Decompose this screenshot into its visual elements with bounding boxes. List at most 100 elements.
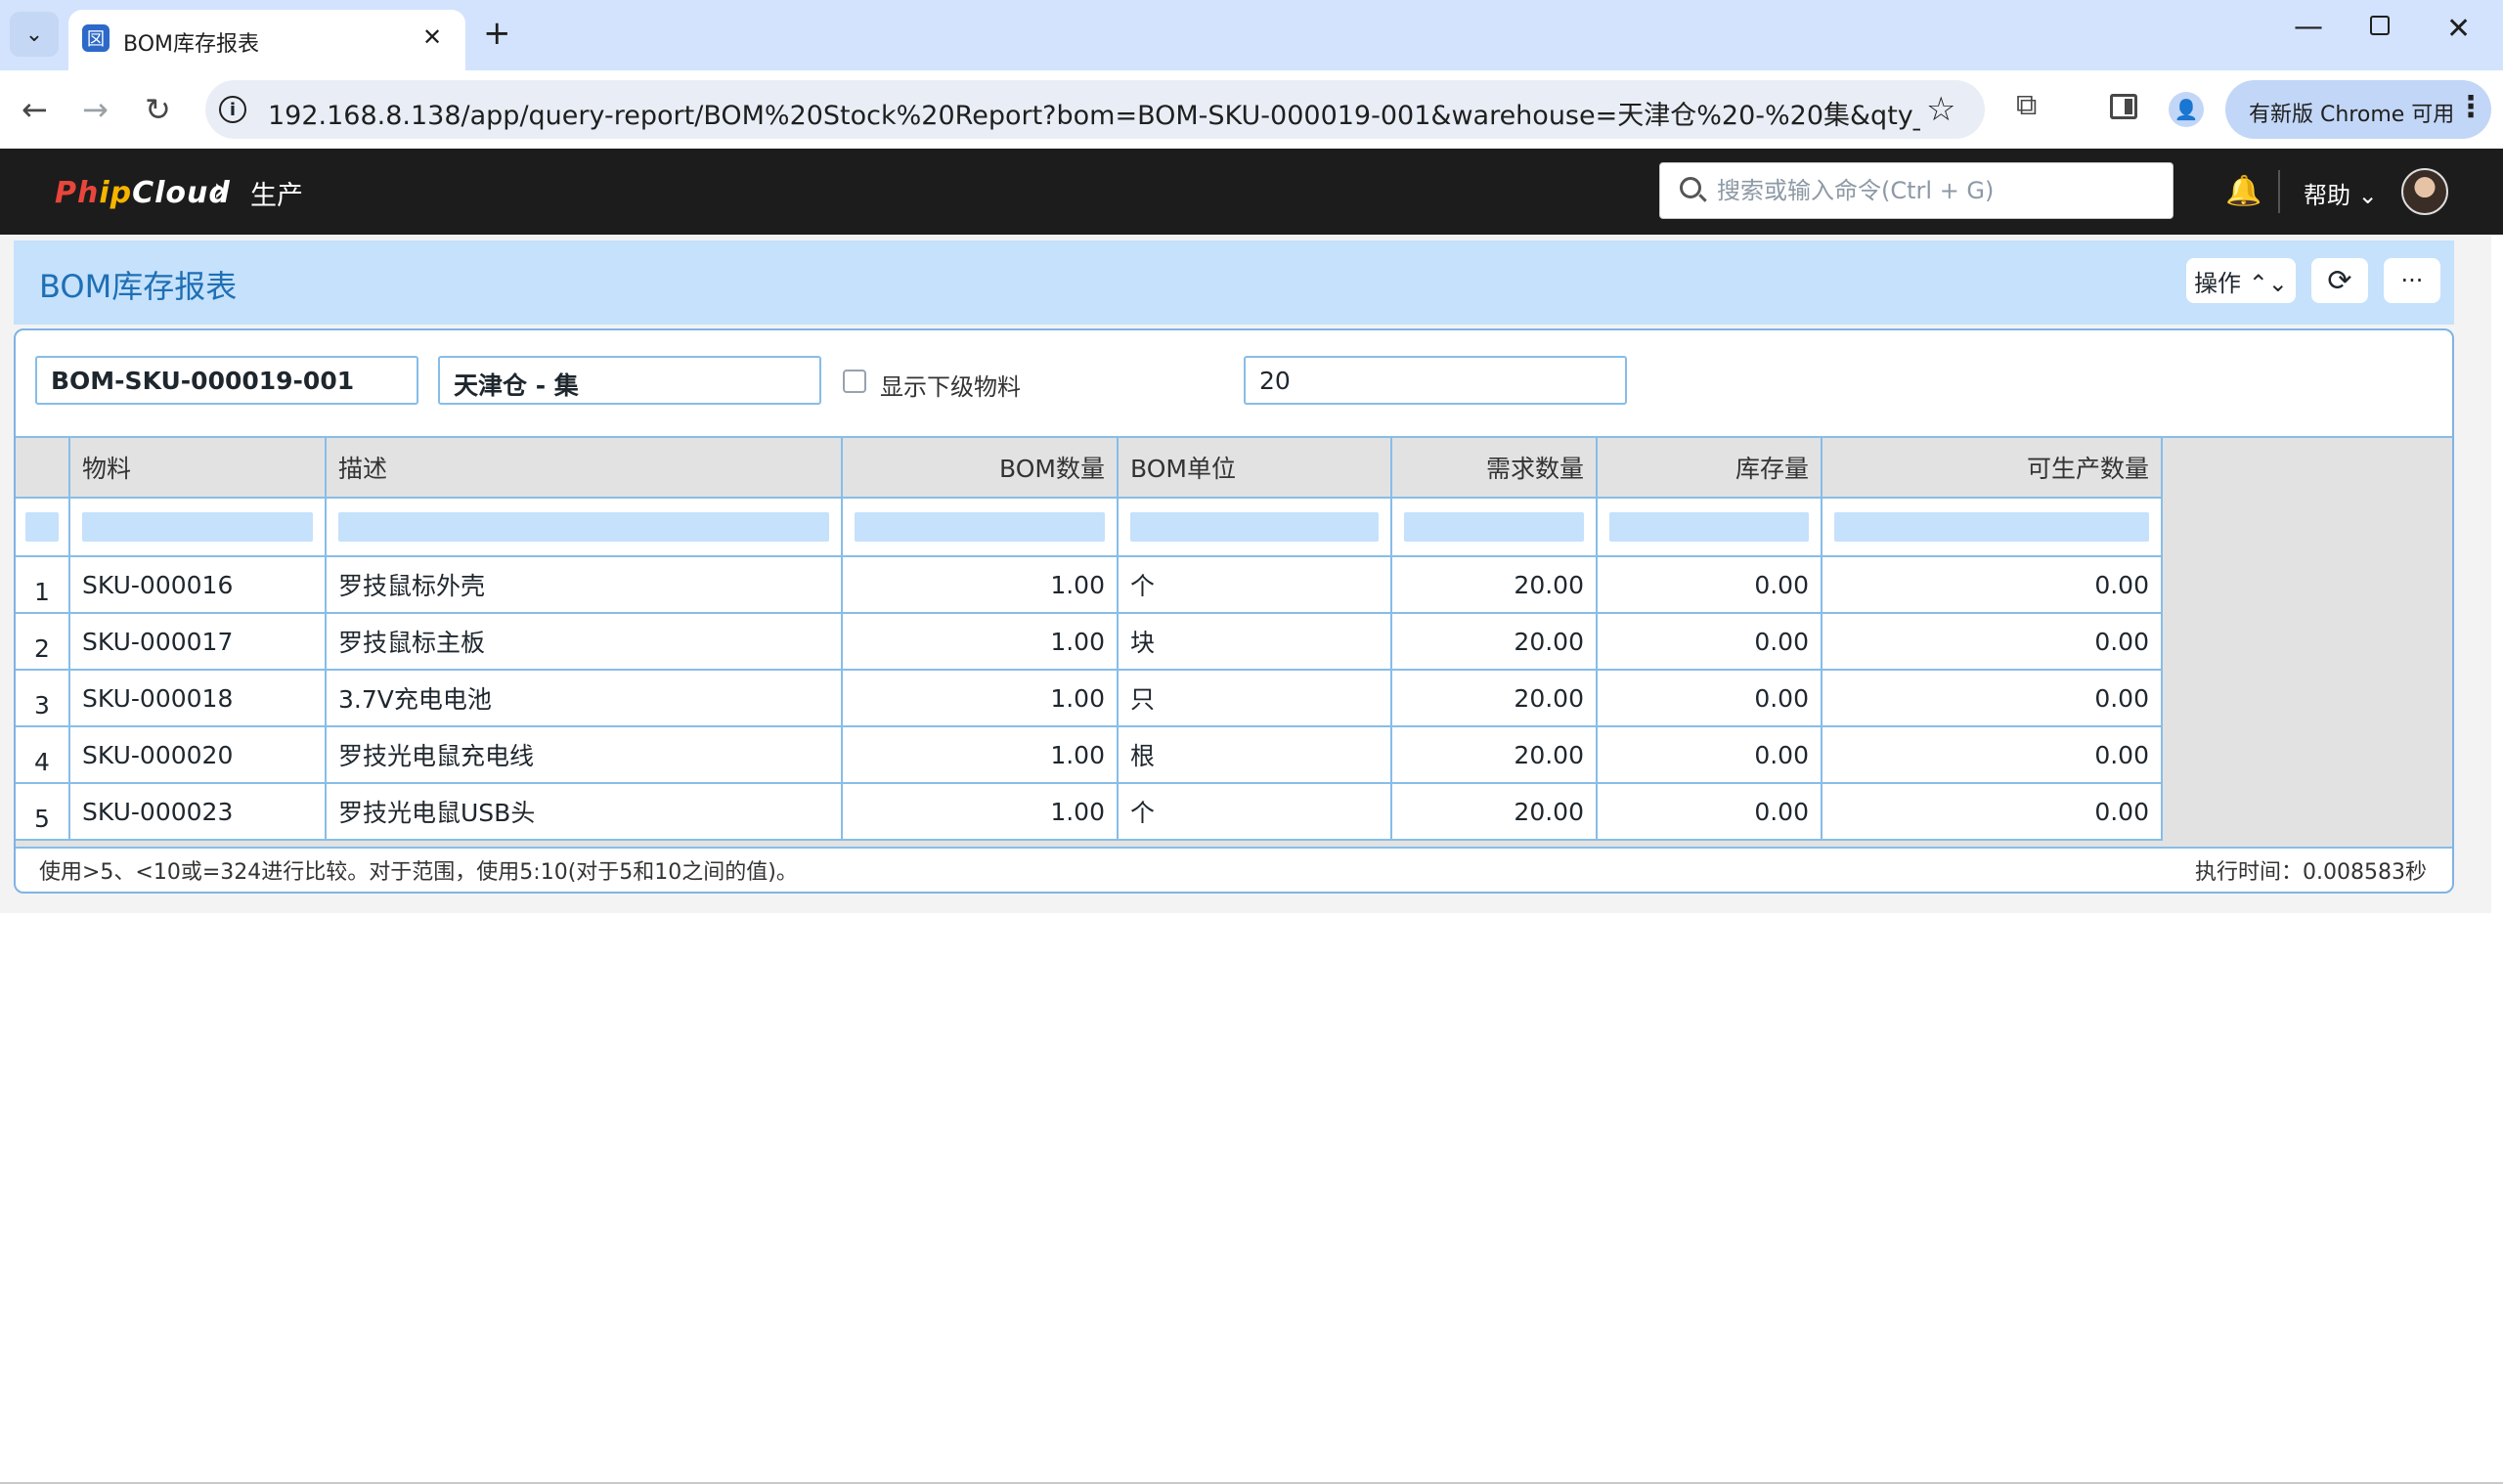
table-cell-item[interactable]: SKU-000016 (70, 557, 327, 614)
column-filter-input[interactable] (82, 512, 313, 542)
column-filter-input[interactable] (1404, 512, 1584, 542)
column-filter-stock-qty (1598, 499, 1822, 557)
table-cell-description: 罗技光电鼠USB头 (327, 784, 843, 841)
row-number: 4 (16, 727, 70, 784)
filter-hint-text: 使用>5、<10或=324进行比较。对于范围，使用5:10(对于5和10之间的值… (39, 860, 798, 885)
notification-bell-icon[interactable]: 🔔 (2225, 174, 2261, 208)
browser-toolbar: ← → ↻ i 192.168.8.138/app/query-report/B… (0, 70, 2503, 149)
column-header-item[interactable]: 物料 (70, 438, 327, 499)
table-cell-required-qty: 20.00 (1392, 557, 1598, 614)
search-icon (1680, 177, 1701, 198)
row-number: 1 (16, 557, 70, 614)
table-cell-producible-qty: 0.00 (1822, 614, 2163, 671)
column-filter-bom-qty (843, 499, 1119, 557)
window-restore-button[interactable] (2370, 16, 2390, 35)
row-number: 5 (16, 784, 70, 841)
show-sub-items-checkbox[interactable] (843, 370, 866, 393)
refresh-icon[interactable]: ⟳ (2311, 258, 2368, 303)
table-cell-producible-qty: 0.00 (1822, 784, 2163, 841)
table-cell-item[interactable]: SKU-000017 (70, 614, 327, 671)
awesome-bar[interactable] (1659, 162, 2174, 219)
brand-part-2: ip (99, 176, 133, 210)
browser-tab-active[interactable]: 㘝 BOM库存报表 ✕ (68, 10, 465, 70)
update-chip-label: 有新版 Chrome 可用 (2249, 103, 2455, 127)
user-avatar[interactable] (2401, 168, 2448, 215)
table-cell-required-qty: 20.00 (1392, 671, 1598, 727)
page-title: BOM库存报表 (39, 268, 238, 305)
column-filter-required-qty (1392, 499, 1598, 557)
app-navbar: PhipCloud › 生产 🔔 帮助 ⌄ (0, 149, 2503, 235)
more-options-icon[interactable]: ··· (2384, 258, 2440, 303)
forward-button[interactable]: → (82, 90, 109, 129)
page-head: BOM库存报表 操作 ⌃⌄ ⟳ ··· (14, 240, 2454, 325)
bookmark-star-icon[interactable]: ☆ (1926, 90, 1955, 129)
filter-row-rownum (16, 499, 70, 557)
help-dropdown[interactable]: 帮助 ⌄ (2304, 176, 2378, 210)
table-cell-bom-uom: 只 (1119, 671, 1392, 727)
navbar-divider (2278, 170, 2280, 213)
table-cell-stock-qty: 0.00 (1598, 614, 1822, 671)
table-cell-stock-qty: 0.00 (1598, 727, 1822, 784)
table-cell-producible-qty: 0.00 (1822, 727, 2163, 784)
window-minimize-button[interactable]: — (2294, 10, 2323, 44)
column-filter-item (70, 499, 327, 557)
report-datatable: 物料 描述 BOM数量 BOM单位 需求数量 库存量 可生产数量 1 SKU-000016 罗技鼠… (16, 438, 2452, 847)
profile-icon[interactable]: 👤 (2169, 92, 2204, 127)
new-tab-button[interactable]: + (483, 12, 511, 55)
column-header-bom-uom[interactable]: BOM单位 (1119, 438, 1392, 499)
footer-divider (16, 847, 2452, 849)
table-cell-stock-qty: 0.00 (1598, 784, 1822, 841)
tab-search-dropdown-icon[interactable]: ⌄ (10, 12, 59, 57)
table-cell-item[interactable]: SKU-000018 (70, 671, 327, 727)
table-cell-required-qty: 20.00 (1392, 784, 1598, 841)
table-cell-stock-qty: 0.00 (1598, 671, 1822, 727)
table-cell-bom-uom: 个 (1119, 784, 1392, 841)
tab-title: BOM库存报表 (123, 32, 260, 57)
address-bar[interactable]: i 192.168.8.138/app/query-report/BOM%20S… (205, 80, 1985, 139)
window-close-button[interactable]: ✕ (2446, 12, 2471, 46)
tab-close-icon[interactable]: ✕ (422, 23, 442, 51)
tab-favicon-icon: 㘝 (82, 24, 110, 52)
reload-button[interactable]: ↻ (145, 90, 171, 129)
side-panel-icon[interactable] (2110, 94, 2137, 119)
back-button[interactable]: ← (22, 90, 48, 129)
column-header-required-qty[interactable]: 需求数量 (1392, 438, 1598, 499)
column-filter-input[interactable] (338, 512, 829, 542)
header-rownum-cell (16, 438, 70, 499)
table-cell-bom-uom: 块 (1119, 614, 1392, 671)
url-text[interactable]: 192.168.8.138/app/query-report/BOM%20Sto… (268, 94, 1920, 132)
breadcrumb-module-link[interactable]: 生产 (250, 174, 303, 212)
chrome-menu-icon[interactable]: ⋮ (2456, 90, 2485, 124)
brand-logo[interactable]: PhipCloud (55, 176, 231, 210)
table-cell-item[interactable]: SKU-000020 (70, 727, 327, 784)
show-sub-items-label: 显示下级物料 (880, 373, 1021, 401)
column-header-description[interactable]: 描述 (327, 438, 843, 499)
table-cell-item[interactable]: SKU-000023 (70, 784, 327, 841)
column-filter-input[interactable] (1834, 512, 2149, 542)
search-input[interactable] (1717, 173, 2157, 208)
table-cell-bom-qty: 1.00 (843, 614, 1119, 671)
table-cell-stock-qty: 0.00 (1598, 557, 1822, 614)
site-info-icon[interactable]: i (219, 96, 246, 123)
column-filter-input[interactable] (855, 512, 1105, 542)
qty-to-produce-input[interactable]: 20 (1244, 356, 1627, 405)
extensions-icon[interactable]: ⧉ (2016, 88, 2037, 122)
table-cell-required-qty: 20.00 (1392, 727, 1598, 784)
column-filter-description (327, 499, 843, 557)
table-cell-producible-qty: 0.00 (1822, 557, 2163, 614)
table-cell-description: 罗技鼠标外壳 (327, 557, 843, 614)
column-header-stock-qty[interactable]: 库存量 (1598, 438, 1822, 499)
warehouse-filter-input[interactable]: 天津仓 - 集 (438, 356, 821, 405)
column-filter-input[interactable] (1130, 512, 1379, 542)
browser-tab-strip: ⌄ 㘝 BOM库存报表 ✕ + — ✕ (0, 0, 2503, 70)
table-cell-required-qty: 20.00 (1392, 614, 1598, 671)
column-header-bom-qty[interactable]: BOM数量 (843, 438, 1119, 499)
column-filter-producible-qty (1822, 499, 2163, 557)
chrome-update-button[interactable]: 有新版 Chrome 可用 ⋮ (2225, 80, 2491, 139)
column-filter-input[interactable] (1609, 512, 1809, 542)
actions-dropdown-button[interactable]: 操作 ⌃⌄ (2186, 258, 2296, 303)
column-header-producible-qty[interactable]: 可生产数量 (1822, 438, 2163, 499)
row-number: 3 (16, 671, 70, 727)
breadcrumb-chevron-icon: › (213, 170, 227, 209)
bom-filter-input[interactable]: BOM-SKU-000019-001 (35, 356, 418, 405)
